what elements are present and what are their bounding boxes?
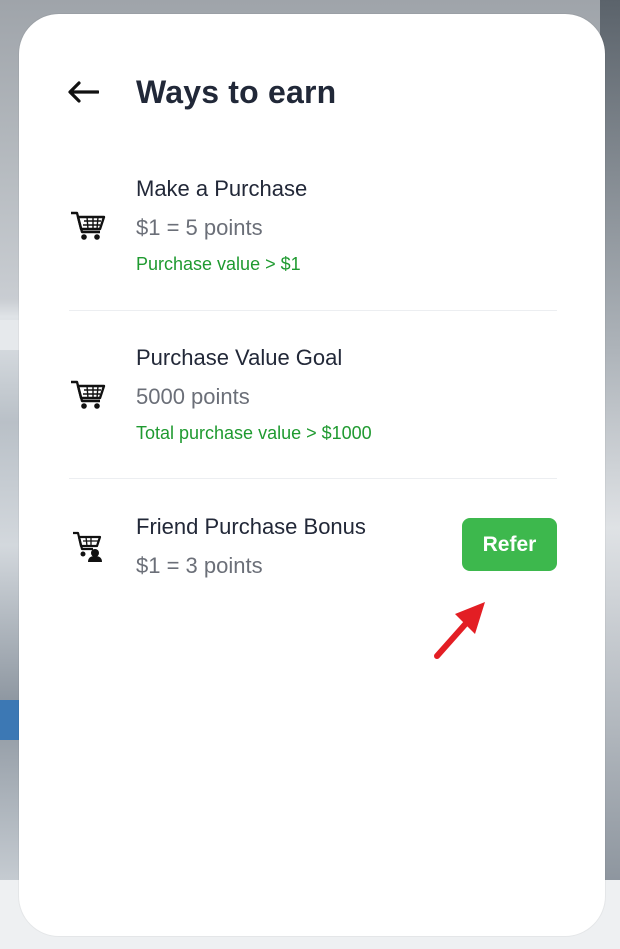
page-title: Ways to earn — [136, 73, 337, 110]
earn-item-name: Friend Purchase Bonus — [136, 514, 366, 539]
earn-item-texts: Friend Purchase Bonus $1 = 3 points — [136, 513, 366, 580]
divider — [69, 310, 557, 311]
cart-with-user-icon — [69, 529, 107, 562]
earn-item-points: 5000 points — [136, 384, 250, 409]
shopping-cart-icon — [69, 379, 107, 411]
earn-item-condition: Purchase value > $1 — [136, 254, 301, 274]
earn-item-points: $1 = 5 points — [136, 215, 263, 240]
earn-item-condition: Total purchase value > $1000 — [136, 423, 372, 443]
earn-item-name: Purchase Value Goal — [136, 345, 343, 370]
earn-item-texts: Make a Purchase $1 = 5 points Purchase v… — [136, 175, 307, 276]
divider — [69, 478, 557, 479]
ways-to-earn-panel: Ways to earn Make a Purchase $1 = 5 poin… — [19, 14, 605, 936]
refer-button[interactable]: Refer — [462, 518, 557, 571]
earn-item-texts: Purchase Value Goal 5000 points Total pu… — [136, 344, 372, 445]
earn-item-name: Make a Purchase — [136, 176, 308, 201]
earn-item-points: $1 = 3 points — [136, 553, 263, 578]
red-pointer-arrow-icon — [434, 602, 485, 659]
panel-header: Ways to earn — [67, 70, 336, 114]
back-arrow-icon[interactable] — [67, 77, 101, 107]
earn-item-make-a-purchase: Make a Purchase $1 = 5 points Purchase v… — [69, 175, 557, 285]
shopping-cart-icon — [69, 210, 107, 242]
earn-item-purchase-value-goal: Purchase Value Goal 5000 points Total pu… — [69, 344, 557, 454]
